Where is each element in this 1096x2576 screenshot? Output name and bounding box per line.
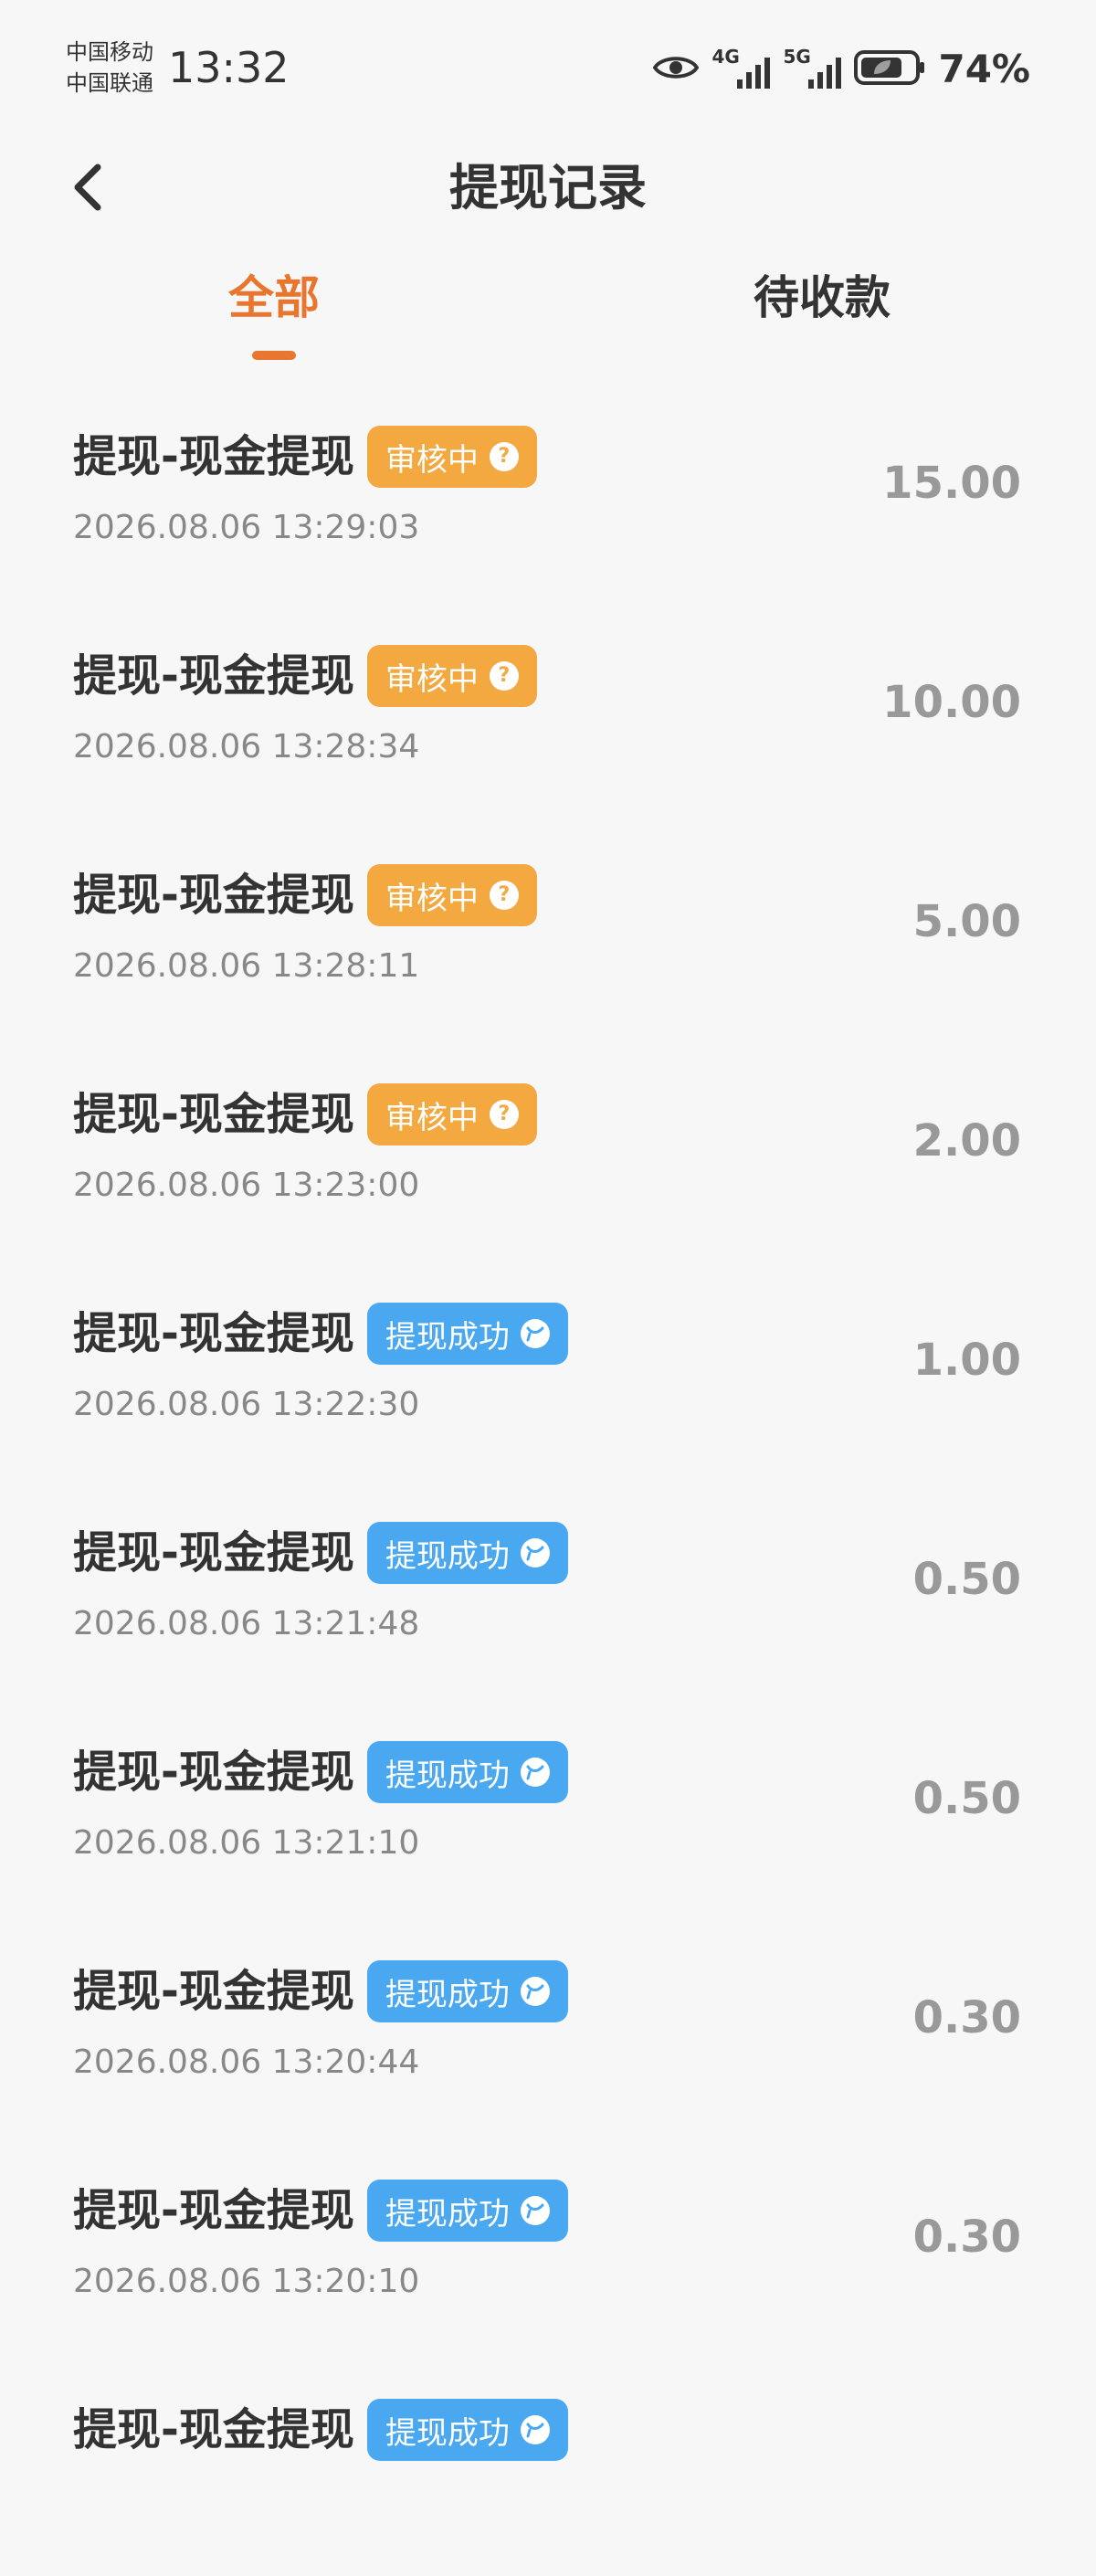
status-badge[interactable]: 审核中 ?	[366, 426, 537, 488]
record-item[interactable]: 提现-现金提现 提现成功 2026.08.06 13:20:44 0.30	[0, 1918, 1096, 2138]
chat-bubble-icon	[520, 1758, 550, 1787]
record-item[interactable]: 提现-现金提现 审核中 ? 2026.08.06 13:29:03 15.00	[0, 384, 1096, 603]
eye-icon	[653, 53, 700, 86]
record-title: 提现-现金提现	[73, 2404, 354, 2455]
record-title: 提现-现金提现	[73, 1966, 354, 2017]
carrier-1: 中国移动	[66, 39, 153, 65]
record-title: 提现-现金提现	[73, 650, 354, 702]
battery-level: 74%	[938, 47, 1030, 91]
record-item[interactable]: 提现-现金提现 提现成功	[0, 2357, 1096, 2576]
record-title: 提现-现金提现	[73, 1089, 354, 1140]
chat-bubble-icon	[520, 2415, 550, 2444]
record-time: 2026.08.06 13:20:44	[73, 2043, 420, 2081]
status-label: 提现成功	[385, 1757, 510, 1794]
status-label: 提现成功	[385, 1537, 510, 1575]
battery-icon	[854, 49, 925, 90]
chat-bubble-icon	[520, 1538, 550, 1568]
record-title: 提现-现金提现	[73, 1527, 354, 1578]
status-badge[interactable]: 提现成功	[366, 1522, 568, 1584]
signal-5g-label: 5G	[783, 46, 811, 68]
status-badge[interactable]: 提现成功	[366, 1303, 568, 1365]
record-amount: 1.00	[912, 1335, 1021, 1386]
status-label: 提现成功	[385, 2195, 510, 2233]
status-badge[interactable]: 提现成功	[366, 1960, 568, 2022]
tab-pending-receipt[interactable]: 待收款	[685, 265, 959, 331]
status-label: 提现成功	[385, 2414, 510, 2452]
record-amount: 0.30	[912, 1992, 1021, 2043]
page-header: 提现记录	[0, 128, 1096, 247]
record-amount: 2.00	[912, 1115, 1021, 1167]
record-title: 提现-现金提现	[73, 2185, 354, 2236]
record-title: 提现-现金提现	[73, 1308, 354, 1359]
record-time: 2026.08.06 13:28:11	[73, 947, 420, 985]
status-badge[interactable]: 审核中 ?	[366, 1083, 537, 1145]
record-amount: 15.00	[882, 458, 1021, 509]
record-time: 2026.08.06 13:21:48	[73, 1605, 420, 1642]
status-time: 13:32	[168, 43, 290, 92]
record-item[interactable]: 提现-现金提现 审核中 ? 2026.08.06 13:28:11 5.00	[0, 822, 1096, 1041]
record-time: 2026.08.06 13:23:00	[73, 1167, 420, 1204]
record-title: 提现-现金提现	[73, 1747, 354, 1798]
chat-bubble-icon	[520, 1977, 550, 2006]
question-circle-icon: ?	[489, 881, 519, 910]
status-indicators: 4G 5G 74%	[653, 44, 1030, 95]
status-label: 审核中	[385, 1099, 479, 1136]
tab-all[interactable]: 全部	[137, 265, 411, 331]
status-badge[interactable]: 审核中 ?	[366, 864, 537, 926]
active-tab-indicator	[252, 351, 296, 360]
carrier-2: 中国联通	[66, 70, 153, 96]
chat-bubble-icon	[520, 1319, 550, 1348]
record-amount: 0.50	[912, 1773, 1021, 1824]
carrier-names: 中国移动 中国联通	[66, 37, 153, 99]
record-time: 2026.08.06 13:29:03	[73, 509, 420, 546]
page-title: 提现记录	[449, 159, 647, 216]
record-item[interactable]: 提现-现金提现 提现成功 2026.08.06 13:21:10 0.50	[0, 1699, 1096, 1918]
signal-4g-label: 4G	[711, 46, 740, 68]
record-time: 2026.08.06 13:21:10	[73, 1824, 420, 1862]
signal-5g-icon: 5G	[783, 46, 842, 92]
status-label: 提现成功	[385, 1318, 510, 1356]
status-label: 提现成功	[385, 1976, 510, 2013]
status-badge[interactable]: 提现成功	[366, 2399, 568, 2461]
record-title: 提现-现金提现	[73, 431, 354, 482]
status-badge[interactable]: 审核中 ?	[366, 645, 537, 707]
record-item[interactable]: 提现-现金提现 审核中 ? 2026.08.06 13:28:34 10.00	[0, 603, 1096, 822]
record-amount: 0.30	[912, 2212, 1021, 2263]
status-label: 审核中	[385, 880, 479, 917]
status-label: 审核中	[385, 441, 479, 479]
record-item[interactable]: 提现-现金提现 提现成功 2026.08.06 13:22:30 1.00	[0, 1261, 1096, 1480]
record-amount: 5.00	[912, 896, 1021, 947]
record-time: 2026.08.06 13:22:30	[73, 1386, 420, 1423]
record-amount: 0.50	[912, 1554, 1021, 1605]
tab-bar: 全部 待收款	[0, 256, 1096, 375]
withdrawal-record-list: 提现-现金提现 审核中 ? 2026.08.06 13:29:03 15.00 …	[0, 384, 1096, 2576]
question-circle-icon: ?	[489, 661, 519, 691]
chat-bubble-icon	[520, 2196, 550, 2225]
status-bar: 中国移动 中国联通 13:32 4G 5G 74%	[0, 0, 1096, 128]
status-badge[interactable]: 提现成功	[366, 2180, 568, 2242]
question-circle-icon: ?	[489, 1100, 519, 1129]
status-badge[interactable]: 提现成功	[366, 1741, 568, 1803]
record-item[interactable]: 提现-现金提现 提现成功 2026.08.06 13:21:48 0.50	[0, 1480, 1096, 1699]
record-item[interactable]: 提现-现金提现 审核中 ? 2026.08.06 13:23:00 2.00	[0, 1041, 1096, 1261]
signal-4g-icon: 4G	[711, 46, 771, 92]
record-amount: 10.00	[882, 677, 1021, 728]
question-circle-icon: ?	[489, 442, 519, 471]
status-label: 审核中	[385, 660, 479, 698]
record-title: 提现-现金提现	[73, 870, 354, 921]
record-item[interactable]: 提现-现金提现 提现成功 2026.08.06 13:20:10 0.30	[0, 2138, 1096, 2357]
record-time: 2026.08.06 13:28:34	[73, 728, 420, 765]
record-time: 2026.08.06 13:20:10	[73, 2263, 420, 2300]
